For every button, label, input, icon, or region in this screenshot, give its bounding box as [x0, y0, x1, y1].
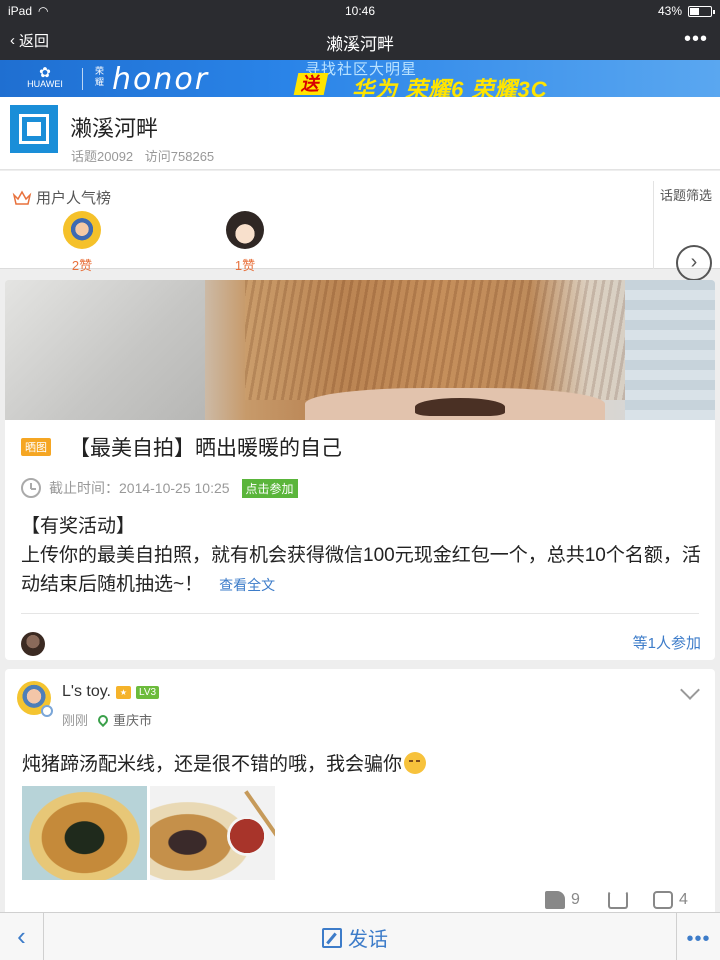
bottom-more-button[interactable]: ••• — [676, 913, 720, 960]
battery-fill — [690, 7, 699, 15]
huawei-logo-text: HUAWEI — [27, 79, 63, 89]
visit-count: 访问758265 — [144, 149, 215, 164]
popular-user-2[interactable]: 1赞 — [220, 211, 270, 274]
status-bar: iPad ◠ 10:46 43% — [0, 0, 720, 22]
comment-button[interactable]: 4 — [653, 891, 688, 909]
banner-send-badge: 送 — [293, 73, 329, 95]
event-tag-badge: 晒图 — [21, 438, 51, 456]
participant-avatar[interactable] — [21, 632, 45, 656]
battery-percent: 43% — [657, 4, 682, 18]
user-badge-icon — [41, 705, 53, 717]
post-time: 刚刚 — [62, 713, 89, 728]
comment-count: 4 — [679, 891, 688, 908]
clock-icon — [21, 478, 41, 498]
event-body-heading: 【有奖活动】 — [21, 516, 136, 537]
user-likes: 1赞 — [234, 258, 256, 273]
page-title: 濑溪河畔 — [326, 35, 394, 54]
share-icon — [608, 891, 628, 909]
forum-stats: 话题20092 访问758265 — [71, 146, 222, 165]
deadline-label: 截止时间： — [49, 480, 119, 496]
huawei-petals-icon: ✿ — [39, 64, 51, 80]
event-body-text: 上传你的最美自拍照，就有机会获得微信100元现金红包一个，总共10个名额，活动结… — [21, 545, 701, 595]
status-right: 43% — [657, 4, 715, 18]
rank-icon: ★ — [116, 685, 131, 699]
honor-logo: honor — [112, 62, 210, 97]
post-body: 炖猪蹄汤配米线，还是很不错的哦，我会骗你 — [22, 754, 403, 775]
post-meta: 刚刚 重庆市 — [62, 710, 152, 729]
user-likes: 2赞 — [71, 258, 93, 273]
popular-user-1[interactable]: 2赞 — [57, 211, 107, 274]
comment-icon — [653, 891, 673, 909]
huawei-logo: ✿ HUAWEI — [22, 65, 68, 89]
nav-bar: ‹ 返回 濑溪河畔 ••• — [0, 22, 720, 60]
avatar — [63, 211, 101, 249]
event-title[interactable]: 【最美自拍】晒出暖暖的自己 — [69, 432, 342, 462]
ad-banner[interactable]: ✿ HUAWEI 荣耀 honor 寻找社区大明星 送 华为 荣耀6 荣耀3C — [0, 60, 720, 97]
event-cover-image[interactable] — [5, 280, 715, 420]
thumbs-up-icon — [545, 891, 565, 909]
deadline-value: 2014-10-25 10:25 — [119, 480, 230, 496]
chevron-right-icon[interactable]: › — [676, 245, 712, 281]
post-username[interactable]: L's toy. — [62, 683, 111, 701]
avatar — [226, 211, 264, 249]
crown-icon — [12, 189, 32, 205]
banner-separator — [82, 68, 83, 90]
banner-promo-text: 华为 荣耀6 荣耀3C — [352, 77, 548, 97]
new-post-label: 发话 — [348, 929, 388, 951]
like-count: 9 — [571, 891, 580, 908]
status-time: 10:46 — [344, 4, 376, 18]
forum-name: 濑溪河畔 — [70, 116, 159, 141]
post-text: 炖猪蹄汤配米线，还是很不错的哦，我会骗你 — [22, 749, 427, 776]
battery-icon — [688, 5, 715, 17]
event-description: 【有奖活动】 上传你的最美自拍照，就有机会获得微信100元现金红包一个，总共10… — [21, 512, 711, 600]
bottom-back-button[interactable]: ‹ — [0, 913, 44, 960]
divider — [21, 613, 699, 614]
avatar[interactable] — [17, 681, 53, 717]
join-event-button[interactable]: 点击参加 — [241, 478, 298, 498]
participants-link[interactable]: 等1人参加 — [633, 632, 701, 653]
event-card[interactable]: 晒图 【最美自拍】晒出暖暖的自己 截止时间： 2014-10-25 10:25 … — [5, 280, 715, 660]
topic-filter[interactable]: 话题筛选 › — [653, 181, 720, 281]
sleepy-emoji-icon — [404, 751, 427, 774]
chevron-down-icon[interactable] — [680, 680, 700, 700]
post-location: 重庆市 — [95, 710, 153, 729]
new-post-button[interactable]: 发话 — [322, 923, 388, 952]
read-more-link[interactable]: 查看全文 — [219, 577, 275, 593]
topic-filter-label: 话题筛选 — [660, 188, 713, 203]
post-card[interactable]: L's toy. ★ LV3 刚刚 重庆市 炖猪蹄汤配米线，还是很不错的哦，我会… — [5, 669, 715, 919]
post-location-text: 重庆市 — [113, 713, 153, 728]
location-pin-icon — [95, 712, 111, 727]
popularity-title-text: 用户人气榜 — [36, 190, 112, 207]
like-button[interactable]: 9 — [545, 891, 580, 909]
popularity-title: 用户人气榜 — [12, 187, 111, 208]
post-image-2[interactable] — [150, 786, 275, 880]
bottom-bar: ‹ 发话 ••• — [0, 912, 720, 960]
banner-brand-cn: 荣耀 — [95, 66, 105, 87]
edit-icon — [322, 927, 342, 948]
topic-count: 话题20092 — [71, 149, 134, 164]
user-popularity-panel: 用户人气榜 2赞 1赞 话题筛选 › — [0, 171, 720, 281]
event-deadline: 截止时间： 2014-10-25 10:25 点击参加 — [21, 478, 298, 498]
post-author[interactable]: L's toy. ★ LV3 — [62, 683, 160, 701]
level-badge: LV3 — [136, 685, 160, 699]
more-menu-button[interactable]: ••• — [684, 28, 708, 51]
forum-header: 濑溪河畔 话题20092 访问758265 — [0, 97, 720, 170]
share-button[interactable] — [608, 891, 628, 909]
forum-logo-icon — [10, 105, 58, 153]
post-image-1[interactable] — [22, 786, 147, 880]
